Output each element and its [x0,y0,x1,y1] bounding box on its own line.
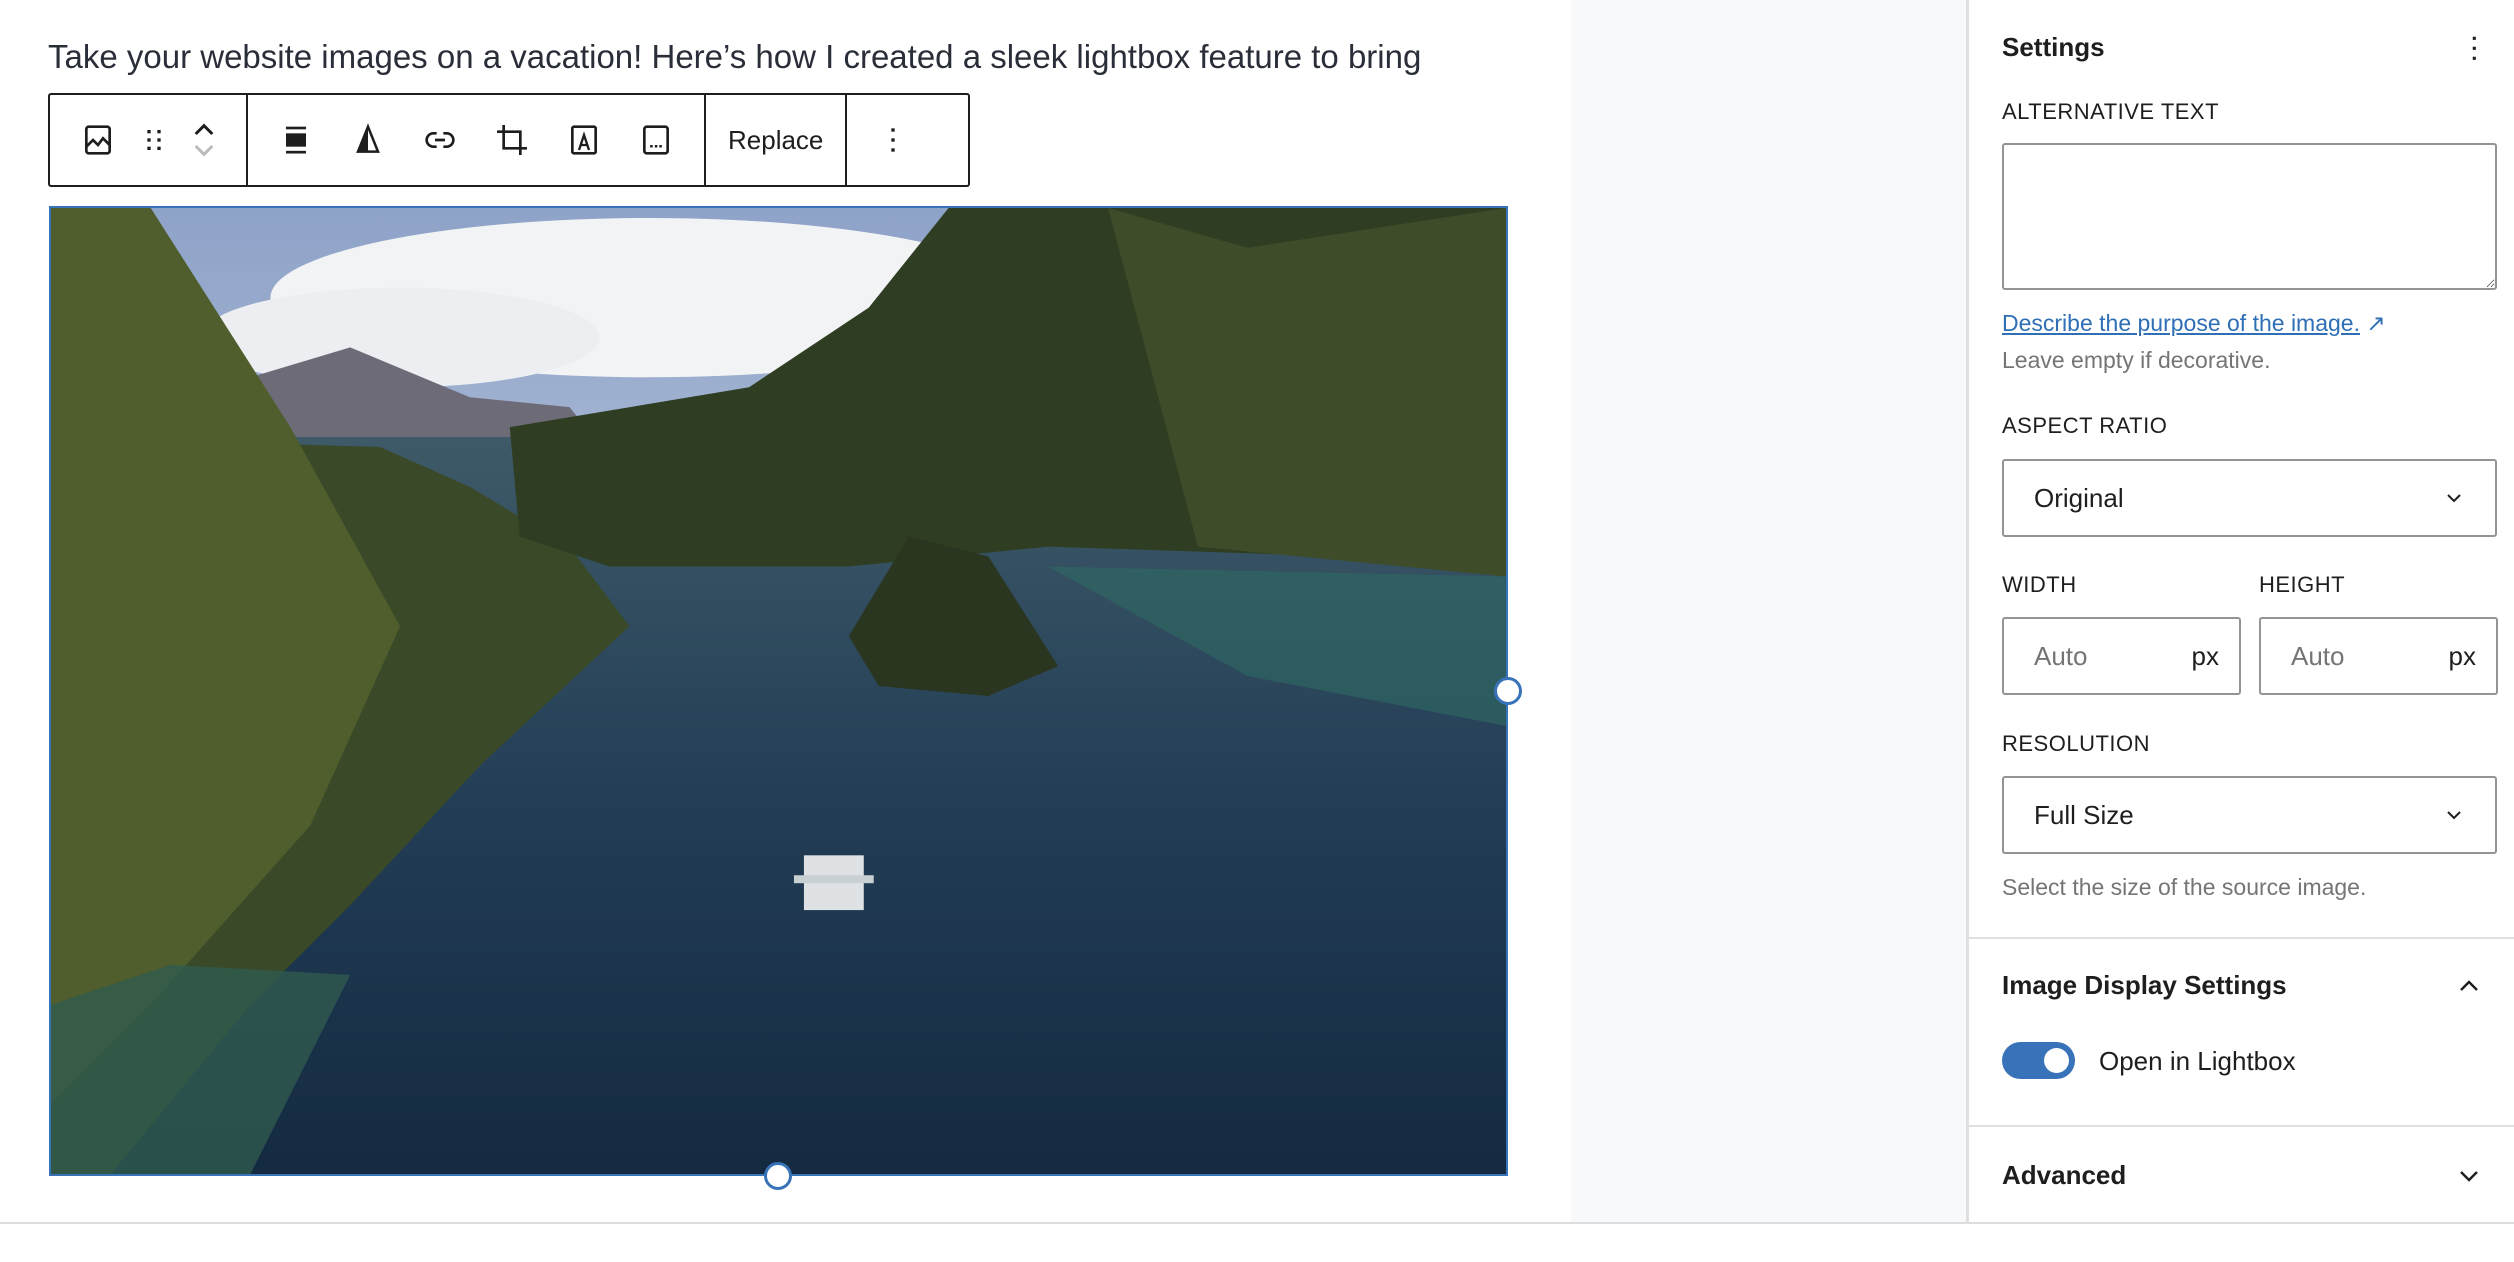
caption-icon[interactable] [620,105,692,175]
height-unit: px [2448,640,2476,671]
section-divider [1969,937,2514,939]
aspect-ratio-select[interactable]: Original [2002,459,2497,537]
width-unit: px [2191,640,2219,671]
crop-icon[interactable] [476,105,548,175]
move-buttons [174,105,234,175]
block-toolbar: Replace [48,93,970,187]
image-display-settings-title: Image Display Settings [2002,970,2287,1000]
chevron-down-icon [2460,1170,2478,1182]
height-label: HEIGHT [2259,572,2346,597]
external-link-icon: ↗ [2366,310,2386,336]
lightbox-label: Open in Lightbox [2099,1046,2296,1076]
drag-handle-icon[interactable] [134,105,174,175]
height-input[interactable]: Auto px [2259,617,2498,695]
width-label: WIDTH [2002,572,2077,597]
selected-image-block[interactable] [49,206,1508,1176]
resolution-value: Full Size [2034,799,2134,830]
alt-text-help-link-wrap: Describe the purpose of the image. ↗ [2002,310,2386,337]
toolbar-group-options [847,95,939,185]
section-divider [1969,1125,2514,1127]
settings-sidebar: Settings ALTERNATIVE TEXT Describe the p… [1966,0,2514,1222]
chevron-up-icon [2460,979,2478,991]
more-options-icon[interactable] [857,105,929,175]
chevron-down-icon [2447,494,2461,503]
alt-text-label: ALTERNATIVE TEXT [2002,99,2220,124]
sidebar-options-icon[interactable] [2459,30,2489,66]
toolbar-group-replace: Replace [706,95,848,185]
lagoon-photo [51,208,1506,1174]
post-paragraph[interactable]: Take your website images on a vacation! … [48,38,1421,76]
describe-purpose-link[interactable]: Describe the purpose of the image. [2002,310,2360,336]
footer-divider [0,1222,2514,1224]
toolbar-group-tools [248,95,706,185]
toolbar-group-block [50,95,248,185]
lightbox-toggle[interactable] [2002,1042,2075,1079]
alt-text-help: Leave empty if decorative. [2002,347,2271,373]
link-icon[interactable] [404,105,476,175]
advanced-toggle[interactable]: Advanced [2002,1160,2482,1191]
replace-button[interactable]: Replace [706,95,845,185]
height-placeholder: Auto [2291,640,2345,671]
alt-text-input[interactable] [2002,143,2497,290]
advanced-title: Advanced [2002,1160,2127,1190]
text-overlay-icon[interactable] [548,105,620,175]
resolution-help: Select the size of the source image. [2002,874,2367,900]
toggle-knob [2044,1048,2069,1073]
resize-handle-right[interactable] [1494,677,1522,705]
resolution-select[interactable]: Full Size [2002,776,2497,854]
sidebar-title: Settings [2002,32,2105,62]
image-display-settings-toggle[interactable]: Image Display Settings [2002,970,2482,1001]
aspect-ratio-value: Original [2034,482,2124,513]
chevron-down-icon [2447,811,2461,820]
move-down-icon[interactable] [184,140,224,162]
resolution-label: RESOLUTION [2002,731,2151,756]
image-icon[interactable] [62,105,134,175]
resize-handle-bottom[interactable] [764,1162,792,1190]
align-icon[interactable] [260,105,332,175]
duotone-icon[interactable] [332,105,404,175]
aspect-ratio-label: ASPECT RATIO [2002,413,2168,438]
width-placeholder: Auto [2034,640,2088,671]
width-input[interactable]: Auto px [2002,617,2241,695]
canvas-background [1571,0,1966,1222]
move-up-icon[interactable] [184,118,224,140]
